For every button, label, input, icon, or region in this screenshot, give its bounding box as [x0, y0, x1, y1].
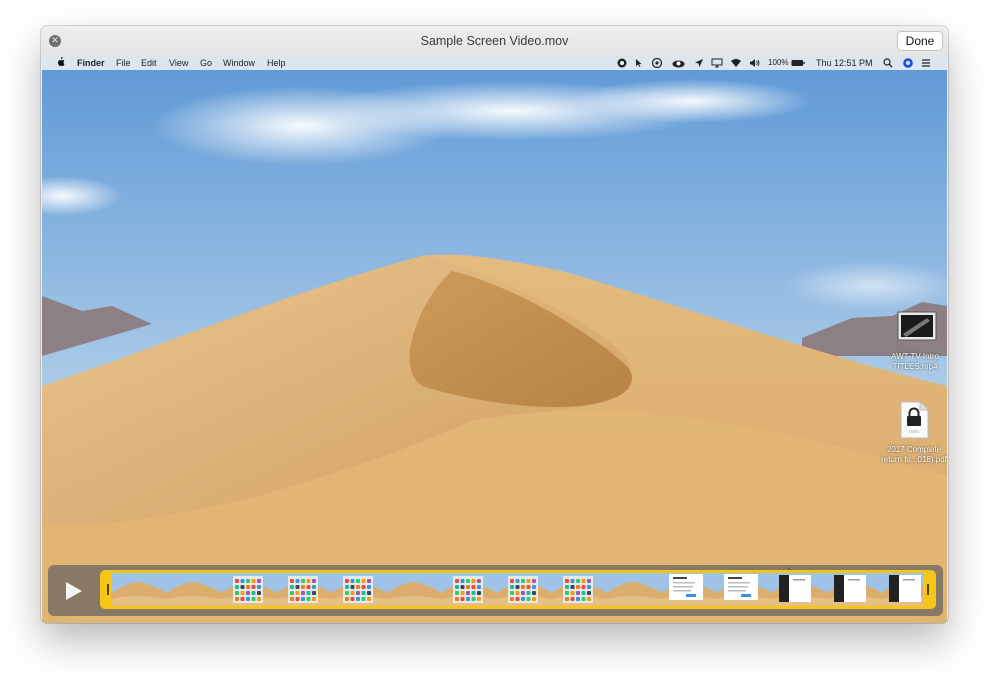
- trim-controls-bar: [48, 565, 943, 616]
- desert-wallpaper: [42, 56, 947, 623]
- filmstrip-frame: [661, 573, 716, 606]
- trim-handle-right[interactable]: [923, 573, 933, 606]
- filmstrip-frame: [221, 573, 276, 606]
- notification-center-icon[interactable]: [921, 58, 931, 68]
- trim-timeline[interactable]: [100, 570, 936, 609]
- play-icon[interactable]: [58, 577, 86, 605]
- menu-clock[interactable]: Thu 12:51 PM: [816, 56, 873, 70]
- filmstrip-frame: [551, 573, 606, 606]
- desktop-icon-label: AWT TV Intro: [891, 352, 939, 361]
- menu-finder[interactable]: Finder: [77, 56, 105, 70]
- location-icon[interactable]: [694, 58, 704, 68]
- siri-icon[interactable]: [903, 58, 913, 68]
- mac-menu-bar: Finder File Edit View Go Window Help 100…: [42, 56, 947, 70]
- title-bar: ✕ Sample Screen Video.mov Done: [41, 26, 948, 57]
- menu-window[interactable]: Window: [223, 56, 255, 70]
- filmstrip-frame: [606, 573, 661, 606]
- filmstrip-frame: [441, 573, 496, 606]
- filmstrip-frame: [276, 573, 331, 606]
- desktop-icon-label: 2017 Complete: [886, 445, 942, 454]
- menu-file[interactable]: File: [116, 56, 131, 70]
- window-title: Sample Screen Video.mov: [420, 34, 569, 48]
- filmstrip-frame: [331, 573, 386, 606]
- apple-icon[interactable]: [56, 56, 65, 70]
- menu-view[interactable]: View: [169, 56, 188, 70]
- filmstrip-frame: [826, 573, 881, 606]
- desktop-icon-label: return fo...018).pdf: [881, 455, 947, 464]
- filmstrip-frame: [716, 573, 771, 606]
- done-button[interactable]: Done: [897, 31, 943, 51]
- wifi-icon[interactable]: [730, 58, 742, 68]
- record-stop-icon[interactable]: [617, 58, 627, 68]
- battery-percent: 100%: [768, 58, 789, 67]
- filmstrip-frame: [496, 573, 551, 606]
- desktop-icon-label: TITLES.mp4: [892, 362, 938, 371]
- video-file-icon: [897, 311, 937, 341]
- cloud-icon[interactable]: [672, 58, 685, 68]
- battery-icon[interactable]: [791, 58, 805, 68]
- menu-go[interactable]: Go: [200, 56, 212, 70]
- volume-icon[interactable]: [749, 58, 761, 68]
- desktop-icon-video[interactable]: AWT TV Intro TITLES.mp4: [884, 310, 946, 380]
- filmstrip-frame: [166, 573, 221, 606]
- menu-edit[interactable]: Edit: [141, 56, 157, 70]
- desktop-icon-pdf[interactable]: 2017 Complete return fo...018).pdf: [880, 401, 947, 471]
- menu-help[interactable]: Help: [267, 56, 286, 70]
- cursor-tool-icon[interactable]: [634, 58, 644, 68]
- locked-pdf-icon: [900, 401, 929, 439]
- filmstrip-frame: [111, 573, 166, 606]
- spotlight-search-icon[interactable]: [883, 58, 893, 68]
- airplay-icon[interactable]: [711, 58, 723, 68]
- sync-icon[interactable]: [652, 58, 662, 68]
- filmstrip-frame: [386, 573, 441, 606]
- video-frame[interactable]: Finder File Edit View Go Window Help 100…: [42, 56, 947, 623]
- filmstrip-frame: [771, 573, 826, 606]
- quicklook-window: ✕ Sample Screen Video.mov Done Finder Fi…: [41, 26, 948, 623]
